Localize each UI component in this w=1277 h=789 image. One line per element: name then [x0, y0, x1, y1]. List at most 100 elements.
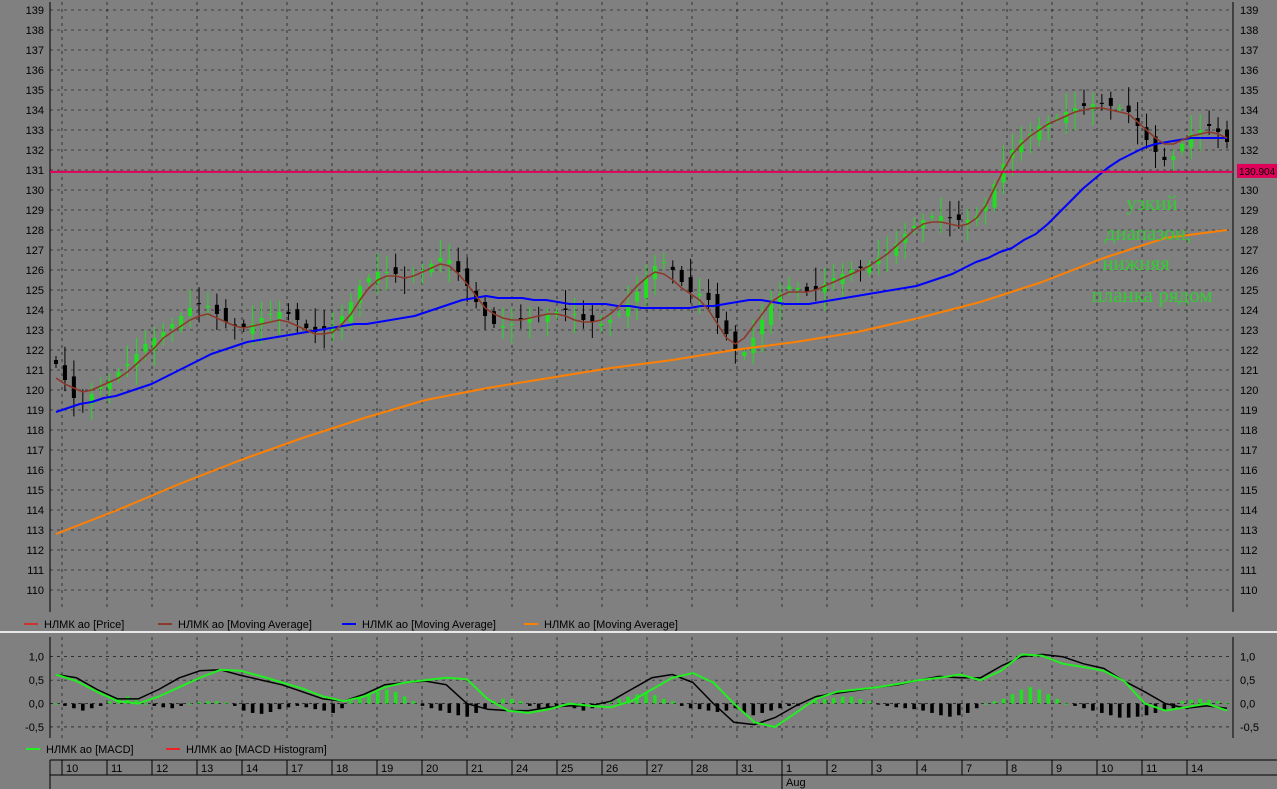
- legend-label: НЛМК ао [Moving Average]: [362, 619, 496, 631]
- macd-histogram-bar: [1109, 703, 1113, 716]
- date-label: 24: [516, 763, 528, 775]
- candle-up: [786, 286, 792, 290]
- macd-histogram-bar: [778, 703, 782, 709]
- macd-histogram-bar: [894, 703, 899, 708]
- candle-up: [188, 308, 193, 316]
- macd-histogram-bar: [447, 703, 452, 713]
- price-tick-left: 119: [26, 405, 44, 417]
- macd-histogram-bar: [751, 703, 756, 716]
- price-tick-right: 135: [1240, 85, 1258, 97]
- month-label: Aug: [786, 777, 806, 789]
- date-label: 13: [201, 763, 213, 775]
- date-label: 27: [651, 763, 663, 775]
- candle-down: [1099, 102, 1104, 104]
- candle-up: [509, 324, 514, 325]
- macd-histogram-bar: [876, 703, 881, 705]
- price-tick-left: 124: [26, 305, 44, 317]
- date-label: 3: [876, 763, 882, 775]
- macd-histogram-bar: [679, 703, 684, 706]
- price-tick-right: 122: [1240, 345, 1258, 357]
- macd-histogram-bar: [250, 703, 255, 713]
- macd-histogram-bar: [286, 703, 291, 708]
- macd-tick-left: 1,0: [29, 652, 44, 664]
- macd-histogram-bar: [322, 703, 326, 711]
- macd-histogram-bar: [519, 701, 523, 704]
- macd-histogram-bar: [1019, 689, 1024, 704]
- candle-up: [938, 216, 943, 222]
- macd-histogram-bar: [456, 703, 461, 716]
- macd-histogram-bar: [107, 701, 112, 704]
- candle-down: [670, 266, 675, 270]
- macd-histogram-bar: [822, 698, 827, 704]
- candle-down: [956, 214, 961, 220]
- macd-histogram-bar: [420, 703, 425, 706]
- price-tick-left: 139: [26, 5, 44, 17]
- macd-histogram-bar: [1028, 687, 1033, 704]
- macd-signal-line: [55, 653, 1228, 726]
- price-tick-right: 129: [1240, 205, 1258, 217]
- price-tick-left: 125: [26, 285, 44, 297]
- macd-histogram-bar: [72, 703, 76, 709]
- date-label: 31: [741, 763, 753, 775]
- candle-down: [393, 267, 398, 274]
- price-legend: НЛМК ао [Price] НЛМК ао [Moving Average] Н…: [24, 619, 678, 631]
- candle-up: [769, 304, 774, 325]
- macd-histogram-bar: [697, 703, 702, 710]
- macd-tick-right: 0,5: [1240, 675, 1255, 687]
- price-tick-left: 115: [26, 485, 44, 497]
- price-tick-left: 136: [26, 65, 44, 77]
- macd-histogram-bar: [662, 698, 666, 704]
- macd-histogram-bar: [1135, 703, 1140, 717]
- macd-histogram-bar: [232, 703, 237, 706]
- macd-histogram-bar: [867, 701, 872, 704]
- macd-histogram-bar: [465, 703, 469, 717]
- price-tick-right: 138: [1240, 25, 1258, 37]
- price-tick-right: 139: [1240, 5, 1258, 17]
- macd-histogram-bar: [161, 703, 166, 708]
- price-tick-right: 118: [1240, 425, 1258, 437]
- date-label: 14: [246, 763, 258, 775]
- price-tick-right: 125: [1240, 285, 1258, 297]
- macd-histogram-bar: [1126, 703, 1131, 718]
- macd-histogram-bar: [974, 703, 979, 709]
- price-tick-right: 128: [1240, 225, 1258, 237]
- macd-histogram-bar: [170, 703, 174, 709]
- price-tick-left: 135: [26, 85, 44, 97]
- macd-histogram-bar: [1055, 698, 1059, 704]
- macd-tick-right: -0,5: [1240, 722, 1259, 734]
- macd-histogram-bar: [840, 696, 845, 704]
- annotation-line: узкий: [1126, 191, 1177, 215]
- price-tick-right: 113: [1240, 525, 1258, 537]
- price-tick-right: 112: [1240, 545, 1258, 557]
- price-tick-left: 112: [26, 545, 44, 557]
- macd-tick-right: 1,0: [1240, 652, 1255, 664]
- macd-histogram-bar: [313, 703, 318, 710]
- candle-up: [617, 314, 622, 315]
- candle-up: [366, 278, 371, 283]
- macd-histogram-bar: [376, 691, 380, 704]
- price-tick-left: 131: [26, 165, 44, 177]
- price-tick-left: 111: [27, 565, 44, 577]
- candle-up: [125, 364, 130, 366]
- date-label: 7: [966, 763, 972, 775]
- macd-histogram-bar: [331, 703, 335, 713]
- macd-histogram-bar: [831, 697, 836, 704]
- price-tick-right: 134: [1240, 105, 1258, 117]
- candle-down: [456, 261, 461, 272]
- candle-down: [724, 320, 729, 334]
- candle-up: [742, 352, 747, 356]
- date-label: 26: [606, 763, 618, 775]
- price-tick-left: 129: [26, 205, 44, 217]
- macd-histogram-bar: [63, 703, 67, 706]
- price-tick-left: 118: [26, 425, 44, 437]
- candle-up: [143, 344, 148, 352]
- candle-down: [1162, 156, 1167, 160]
- macd-histogram-bar: [1180, 701, 1185, 704]
- macd-histogram-bar: [688, 703, 693, 709]
- macd-histogram-bar: [939, 703, 943, 716]
- macd-histogram-bar: [724, 703, 729, 711]
- price-tick-left: 114: [26, 505, 44, 517]
- price-tick-left: 120: [26, 385, 44, 397]
- candle-down: [947, 217, 952, 219]
- support-level: 130.904: [50, 163, 1277, 178]
